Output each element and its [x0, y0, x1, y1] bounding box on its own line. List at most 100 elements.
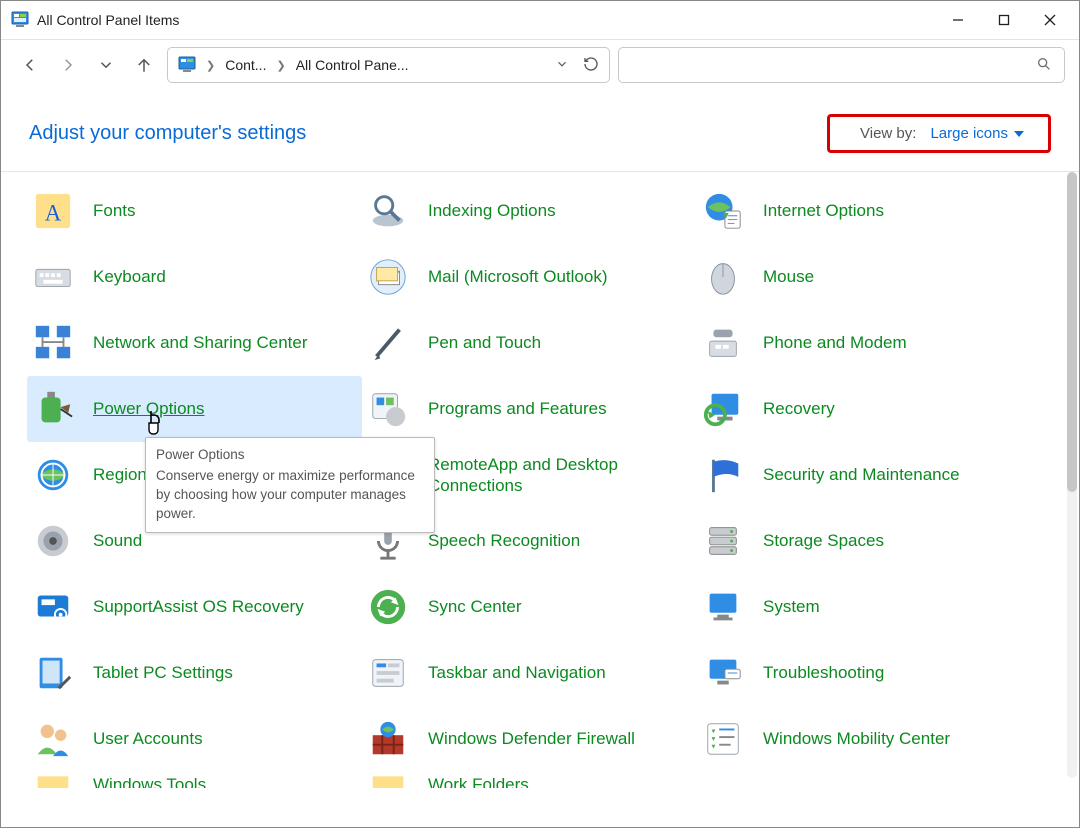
- tools-icon: [31, 772, 75, 788]
- item-fonts[interactable]: A Fonts: [27, 178, 362, 244]
- item-windows-tools[interactable]: Windows Tools: [27, 772, 362, 788]
- breadcrumb-control-panel[interactable]: Cont...: [225, 57, 266, 73]
- close-button[interactable]: [1027, 2, 1073, 38]
- item-label: Region: [93, 464, 147, 485]
- item-system[interactable]: System: [697, 574, 1032, 640]
- window-title: All Control Panel Items: [37, 12, 179, 28]
- chevron-down-icon[interactable]: [555, 57, 569, 74]
- view-by-value[interactable]: Large icons: [930, 125, 1024, 142]
- view-by-control[interactable]: View by: Large icons: [827, 114, 1051, 153]
- system-icon: [701, 585, 745, 629]
- page-title: Adjust your computer's settings: [29, 122, 306, 145]
- item-label: Speech Recognition: [428, 530, 580, 551]
- search-box[interactable]: [618, 47, 1065, 83]
- refresh-button[interactable]: [583, 56, 599, 75]
- item-mail[interactable]: Mail (Microsoft Outlook): [362, 244, 697, 310]
- item-label: Windows Mobility Center: [763, 728, 950, 749]
- storage-icon: [701, 519, 745, 563]
- region-icon: [31, 453, 75, 497]
- firewall-icon: [366, 717, 410, 761]
- item-troubleshooting[interactable]: Troubleshooting: [697, 640, 1032, 706]
- svg-text:A: A: [45, 201, 62, 226]
- indexing-icon: [366, 189, 410, 233]
- item-indexing-options[interactable]: Indexing Options: [362, 178, 697, 244]
- item-tablet-pc[interactable]: Tablet PC Settings: [27, 640, 362, 706]
- keyboard-icon: [31, 255, 75, 299]
- item-keyboard[interactable]: Keyboard: [27, 244, 362, 310]
- fonts-icon: A: [31, 189, 75, 233]
- view-by-label: View by:: [860, 125, 916, 142]
- control-panel-icon: [11, 11, 29, 29]
- item-mouse[interactable]: Mouse: [697, 244, 1032, 310]
- mouse-icon: [701, 255, 745, 299]
- titlebar: All Control Panel Items: [1, 1, 1079, 40]
- item-label: Sound: [93, 530, 142, 551]
- item-label: Pen and Touch: [428, 332, 541, 353]
- recent-dropdown[interactable]: [91, 50, 121, 80]
- heading-row: Adjust your computer's settings View by:…: [1, 90, 1079, 171]
- item-programs-features[interactable]: Programs and Features: [362, 376, 697, 442]
- scrollbar-thumb[interactable]: [1067, 172, 1077, 492]
- phone-icon: [701, 321, 745, 365]
- item-label: System: [763, 596, 820, 617]
- item-label: User Accounts: [93, 728, 203, 749]
- minimize-button[interactable]: [935, 2, 981, 38]
- item-label: SupportAssist OS Recovery: [93, 596, 304, 617]
- programs-icon: [366, 387, 410, 431]
- item-mobility-center[interactable]: Windows Mobility Center: [697, 706, 1032, 772]
- item-internet-options[interactable]: Internet Options: [697, 178, 1032, 244]
- item-label: Phone and Modem: [763, 332, 907, 353]
- item-power-options[interactable]: Power Options: [27, 376, 362, 442]
- control-panel-window: All Control Panel Items ❯ Cont... ❯ All …: [0, 0, 1080, 828]
- item-label: Security and Maintenance: [763, 464, 960, 485]
- item-defender-firewall[interactable]: Windows Defender Firewall: [362, 706, 697, 772]
- breadcrumb-all-items[interactable]: All Control Pane...: [296, 57, 409, 73]
- troubleshoot-icon: [701, 651, 745, 695]
- maximize-button[interactable]: [981, 2, 1027, 38]
- item-label: Work Folders: [428, 774, 529, 788]
- item-label: Tablet PC Settings: [93, 662, 233, 683]
- item-recovery[interactable]: Recovery: [697, 376, 1032, 442]
- pen-icon: [366, 321, 410, 365]
- supportassist-icon: [31, 585, 75, 629]
- item-sync-center[interactable]: Sync Center: [362, 574, 697, 640]
- chevron-right-icon: ❯: [206, 59, 215, 72]
- item-work-folders[interactable]: Work Folders: [362, 772, 697, 788]
- item-storage-spaces[interactable]: Storage Spaces: [697, 508, 1032, 574]
- taskbar-icon: [366, 651, 410, 695]
- item-user-accounts[interactable]: User Accounts: [27, 706, 362, 772]
- sync-icon: [366, 585, 410, 629]
- item-label: Storage Spaces: [763, 530, 884, 551]
- up-button[interactable]: [129, 50, 159, 80]
- caret-down-icon: [1014, 129, 1024, 139]
- item-phone-modem[interactable]: Phone and Modem: [697, 310, 1032, 376]
- item-label: RemoteApp and Desktop Connections: [428, 454, 683, 497]
- item-label: Sync Center: [428, 596, 522, 617]
- item-label: Programs and Features: [428, 398, 607, 419]
- folder-icon: [366, 772, 410, 788]
- network-icon: [31, 321, 75, 365]
- users-icon: [31, 717, 75, 761]
- forward-button[interactable]: [53, 50, 83, 80]
- back-button[interactable]: [15, 50, 45, 80]
- item-network-sharing[interactable]: Network and Sharing Center: [27, 310, 362, 376]
- item-supportassist[interactable]: SupportAssist OS Recovery: [27, 574, 362, 640]
- item-label: Troubleshooting: [763, 662, 884, 683]
- control-panel-icon: [178, 56, 196, 74]
- mail-icon: [366, 255, 410, 299]
- item-label: Keyboard: [93, 266, 166, 287]
- item-label: Windows Tools: [93, 774, 206, 788]
- tooltip: Power Options Conserve energy or maximiz…: [145, 437, 435, 533]
- item-security-maintenance[interactable]: Security and Maintenance: [697, 442, 1032, 508]
- item-pen-touch[interactable]: Pen and Touch: [362, 310, 697, 376]
- item-label: Taskbar and Navigation: [428, 662, 606, 683]
- item-label: Mail (Microsoft Outlook): [428, 266, 607, 287]
- item-label: Windows Defender Firewall: [428, 728, 635, 749]
- chevron-right-icon: ❯: [276, 59, 285, 72]
- power-icon: [31, 387, 75, 431]
- sound-icon: [31, 519, 75, 563]
- content-area: A Fonts Indexing Options Internet Option…: [1, 172, 1079, 788]
- vertical-scrollbar[interactable]: [1067, 172, 1077, 778]
- item-taskbar[interactable]: Taskbar and Navigation: [362, 640, 697, 706]
- address-bar[interactable]: ❯ Cont... ❯ All Control Pane...: [167, 47, 610, 83]
